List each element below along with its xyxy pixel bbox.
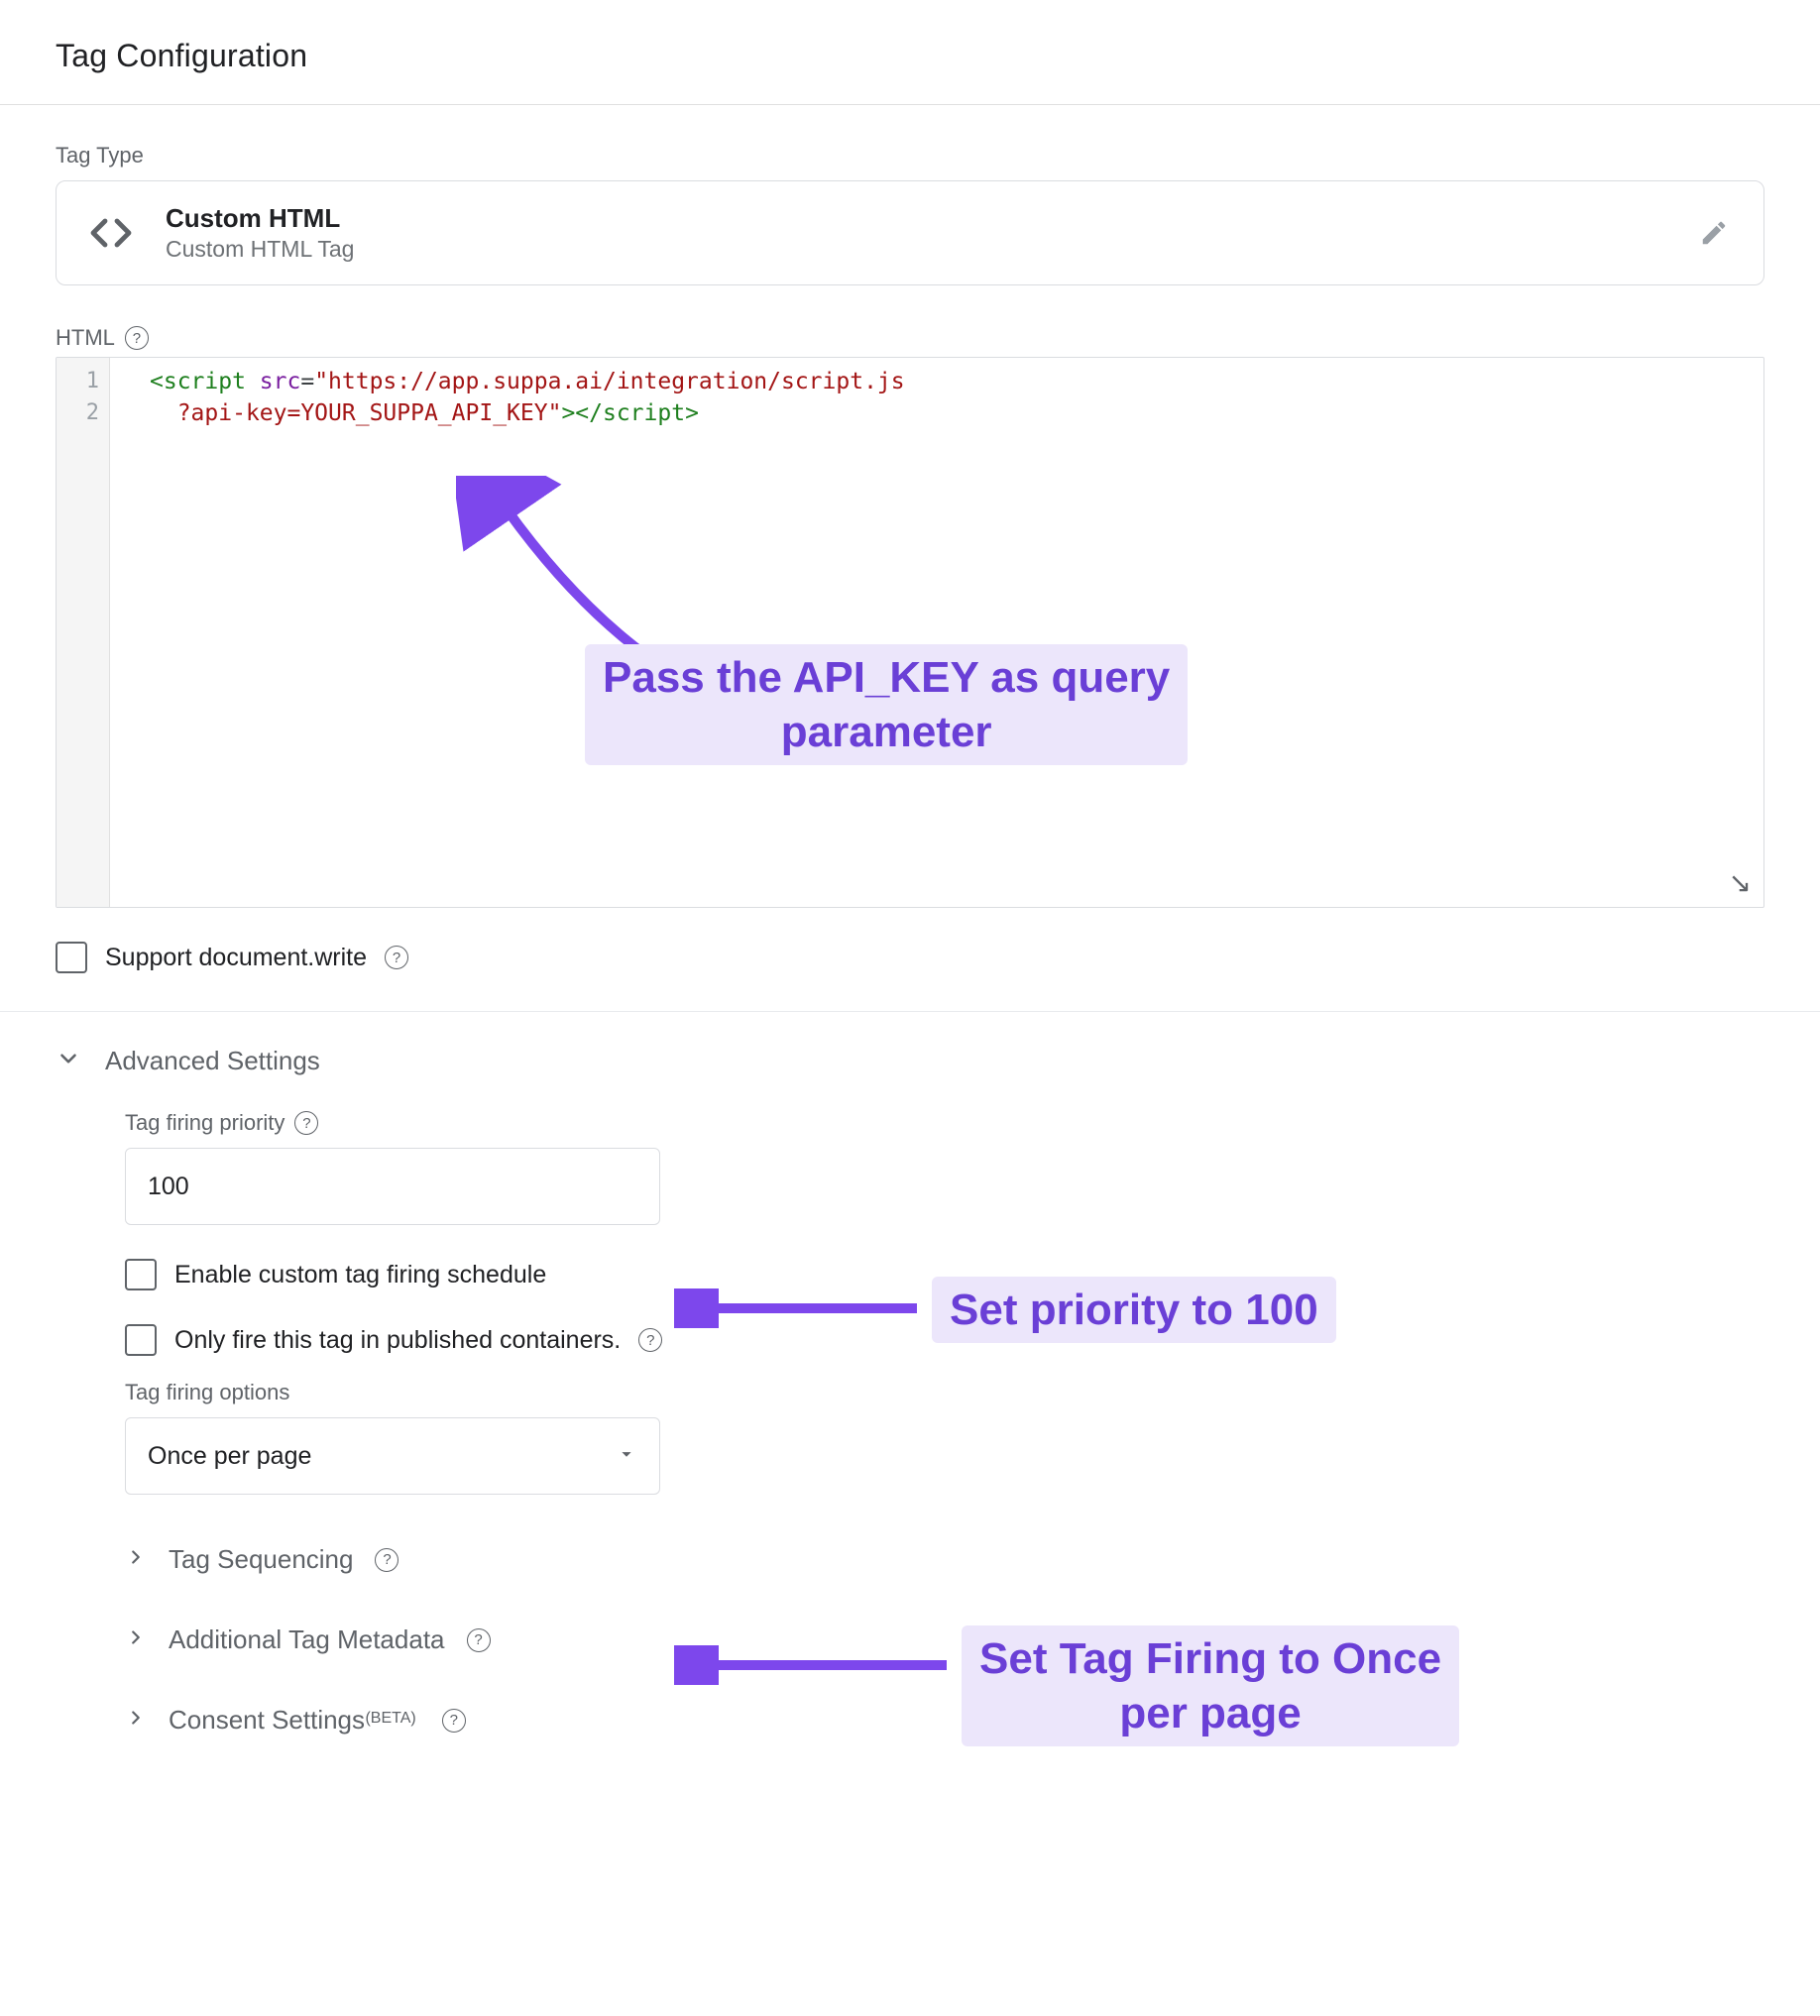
html-code-editor[interactable]: 1 2 <script src="https://app.suppa.ai/in… bbox=[56, 357, 1764, 908]
page-title: Tag Configuration bbox=[56, 38, 1764, 74]
chevron-right-icon bbox=[125, 1546, 147, 1573]
enable-schedule-label: Enable custom tag firing schedule bbox=[174, 1261, 546, 1289]
code-token: src bbox=[246, 369, 300, 394]
pencil-icon bbox=[1699, 218, 1729, 248]
line-number: 2 bbox=[57, 397, 109, 429]
tag-type-texts: Custom HTML Custom HTML Tag bbox=[166, 203, 1664, 263]
advanced-settings-body: Tag firing priority ? Enable custom tag … bbox=[56, 1110, 1764, 1736]
help-icon[interactable]: ? bbox=[638, 1328, 662, 1352]
priority-input[interactable] bbox=[125, 1148, 660, 1225]
priority-label: Tag firing priority bbox=[125, 1110, 284, 1136]
code-token: </script> bbox=[575, 400, 699, 426]
consent-settings-title: Consent Settings bbox=[169, 1705, 365, 1735]
tag-type-subtitle: Custom HTML Tag bbox=[166, 236, 1664, 263]
tag-type-section: Tag Type Custom HTML Custom HTML Tag HTM… bbox=[0, 143, 1820, 973]
code-token: ?api-key=YOUR_SUPPA_API_KEY" bbox=[177, 400, 562, 426]
firing-options-label-row: Tag firing options bbox=[125, 1380, 1764, 1405]
html-field-label: HTML bbox=[56, 325, 115, 351]
firing-options-select[interactable]: Once per page bbox=[125, 1417, 660, 1495]
support-docwrite-checkbox[interactable] bbox=[56, 942, 87, 973]
chevron-right-icon bbox=[125, 1707, 147, 1734]
support-docwrite-row: Support document.write ? bbox=[56, 942, 1764, 973]
tag-sequencing-title: Tag Sequencing bbox=[169, 1544, 353, 1575]
code-token: "https://app.suppa.ai/integration/script… bbox=[314, 369, 904, 394]
page-header: Tag Configuration bbox=[0, 0, 1820, 104]
code-gutter: 1 2 bbox=[57, 358, 110, 907]
help-icon[interactable]: ? bbox=[375, 1548, 398, 1572]
help-icon[interactable]: ? bbox=[442, 1709, 466, 1733]
code-icon bbox=[84, 206, 138, 260]
help-icon[interactable]: ? bbox=[125, 326, 149, 350]
divider bbox=[0, 104, 1820, 105]
additional-metadata-title: Additional Tag Metadata bbox=[169, 1624, 445, 1655]
tag-configuration-page: Tag Configuration Tag Type Custom HTML C… bbox=[0, 0, 1820, 1775]
help-icon[interactable]: ? bbox=[294, 1111, 318, 1135]
tag-type-card[interactable]: Custom HTML Custom HTML Tag bbox=[56, 180, 1764, 285]
priority-label-row: Tag firing priority ? bbox=[125, 1110, 1764, 1136]
code-token: = bbox=[300, 369, 314, 394]
beta-badge: (BETA) bbox=[365, 1710, 415, 1727]
advanced-settings-section: Advanced Settings Tag firing priority ? … bbox=[0, 1012, 1820, 1736]
enable-schedule-checkbox[interactable] bbox=[125, 1259, 157, 1290]
advanced-settings-toggle[interactable]: Advanced Settings bbox=[56, 1012, 1764, 1086]
advanced-settings-title: Advanced Settings bbox=[105, 1046, 320, 1076]
firing-options-value: Once per page bbox=[148, 1442, 311, 1471]
help-icon[interactable]: ? bbox=[385, 946, 408, 969]
html-field-label-row: HTML ? bbox=[56, 325, 1764, 351]
code-token: <script bbox=[150, 369, 246, 394]
consent-settings-section[interactable]: Consent Settings (BETA) ? bbox=[125, 1705, 1764, 1736]
edit-tag-type-button[interactable] bbox=[1692, 211, 1736, 255]
only-published-checkbox[interactable] bbox=[125, 1324, 157, 1356]
only-published-label: Only fire this tag in published containe… bbox=[174, 1326, 621, 1355]
line-number: 1 bbox=[57, 366, 109, 397]
tag-sequencing-section[interactable]: Tag Sequencing ? bbox=[125, 1544, 1764, 1575]
chevron-down-icon bbox=[56, 1046, 81, 1076]
caret-down-icon bbox=[616, 1443, 637, 1470]
only-published-row: Only fire this tag in published containe… bbox=[125, 1324, 1764, 1356]
code-token: > bbox=[561, 400, 575, 426]
help-icon[interactable]: ? bbox=[467, 1628, 491, 1652]
firing-options-label: Tag firing options bbox=[125, 1380, 289, 1405]
chevron-right-icon bbox=[125, 1626, 147, 1653]
support-docwrite-label: Support document.write bbox=[105, 944, 367, 972]
tag-type-title: Custom HTML bbox=[166, 203, 1664, 234]
enable-schedule-row: Enable custom tag firing schedule bbox=[125, 1259, 1764, 1290]
code-body[interactable]: <script src="https://app.suppa.ai/integr… bbox=[110, 358, 1763, 907]
additional-metadata-section[interactable]: Additional Tag Metadata ? bbox=[125, 1624, 1764, 1655]
tag-type-label: Tag Type bbox=[56, 143, 1764, 168]
resize-handle[interactable]: ↘ bbox=[1729, 869, 1752, 897]
